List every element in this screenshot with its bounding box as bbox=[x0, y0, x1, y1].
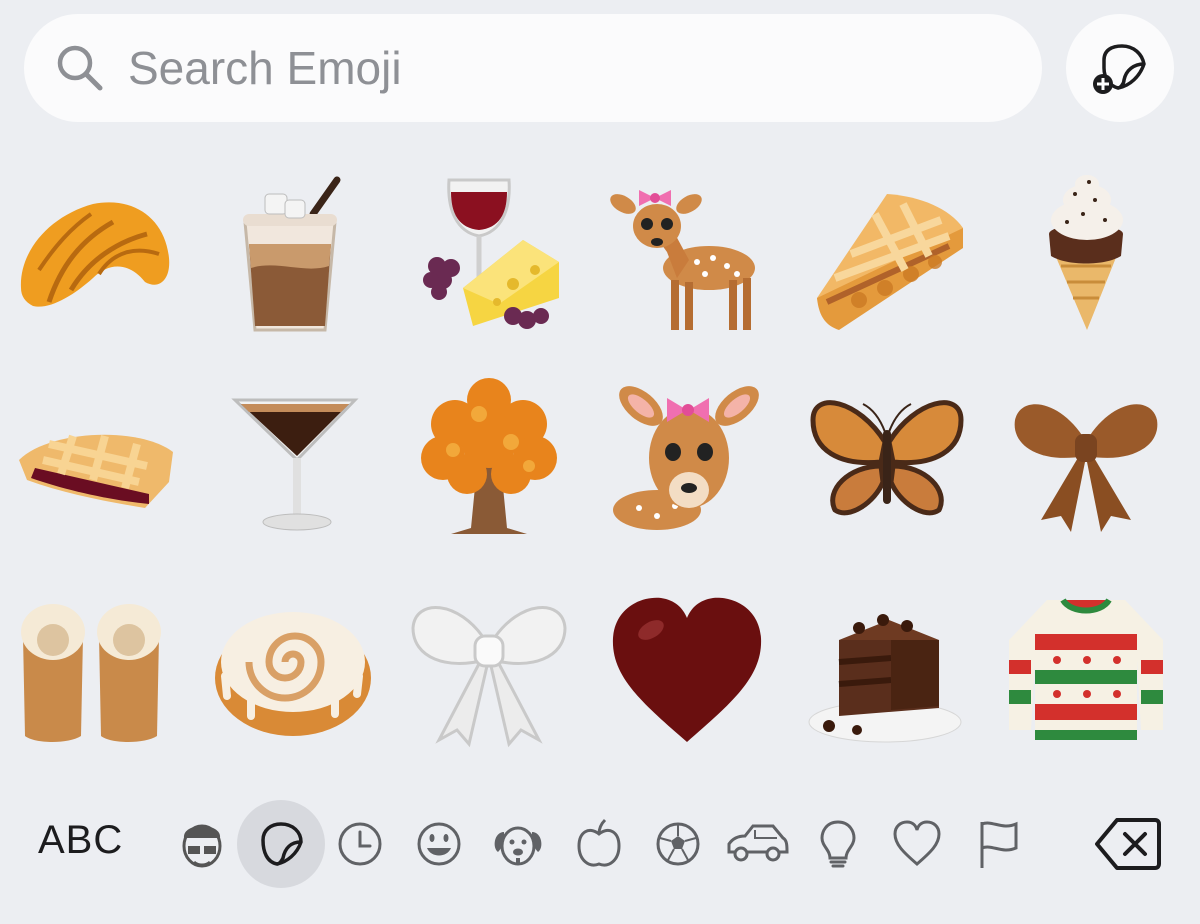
sticker-lattice-pie-slice[interactable] bbox=[794, 165, 974, 345]
objects-icon[interactable] bbox=[806, 812, 870, 876]
activity-icon[interactable] bbox=[646, 812, 710, 876]
sticker-iced-coffee[interactable] bbox=[200, 165, 380, 345]
add-sticker-button[interactable] bbox=[1066, 14, 1174, 122]
sticker-shearling-slippers[interactable] bbox=[4, 575, 184, 755]
sticker-holiday-sweater[interactable] bbox=[996, 575, 1176, 755]
add-sticker-icon bbox=[1093, 44, 1146, 94]
search-icon bbox=[57, 45, 103, 91]
sticker-cherry-pie[interactable] bbox=[4, 365, 184, 545]
category-bar: ABC bbox=[0, 798, 1200, 898]
sticker-croissant[interactable] bbox=[4, 165, 184, 345]
search-bar[interactable] bbox=[24, 14, 1042, 122]
sticker-dark-red-heart[interactable] bbox=[596, 575, 776, 755]
sticker-monarch-butterfly[interactable] bbox=[794, 365, 974, 545]
sticker-white-bow[interactable] bbox=[398, 575, 578, 755]
sticker-chocolate-cake[interactable] bbox=[794, 575, 974, 755]
delete-icon bbox=[1095, 818, 1161, 870]
sticker-grid bbox=[0, 165, 1200, 785]
food-icon[interactable] bbox=[567, 812, 631, 876]
sticker-autumn-tree[interactable] bbox=[398, 365, 578, 545]
smileys-icon[interactable] bbox=[407, 812, 471, 876]
sticker-brown-bow[interactable] bbox=[996, 365, 1176, 545]
sticker-fawn-with-pink-bow[interactable] bbox=[596, 165, 776, 345]
search-input[interactable] bbox=[126, 40, 950, 96]
animals-icon[interactable] bbox=[486, 812, 550, 876]
stickers-icon[interactable] bbox=[249, 812, 313, 876]
sticker-espresso-martini[interactable] bbox=[200, 365, 380, 545]
sticker-cinnamon-roll[interactable] bbox=[200, 575, 380, 755]
flags-icon[interactable] bbox=[966, 812, 1030, 876]
sticker-fawn-portrait[interactable] bbox=[596, 365, 776, 545]
abc-keyboard-button[interactable]: ABC bbox=[38, 818, 123, 863]
travel-icon[interactable] bbox=[725, 812, 789, 876]
memoji-icon[interactable] bbox=[170, 812, 234, 876]
symbols-icon[interactable] bbox=[885, 812, 949, 876]
delete-button[interactable] bbox=[1090, 812, 1166, 876]
recent-icon[interactable] bbox=[328, 812, 392, 876]
sticker-soft-serve-cone[interactable] bbox=[996, 165, 1176, 345]
sticker-wine-and-cheese[interactable] bbox=[398, 165, 578, 345]
